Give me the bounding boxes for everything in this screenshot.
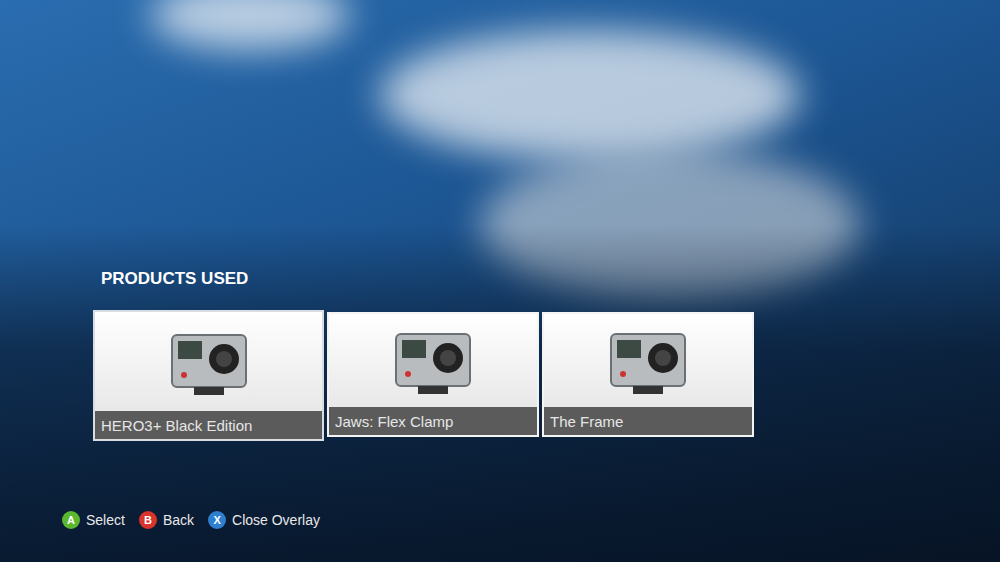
product-picture: [544, 314, 752, 407]
product-name: HERO3+ Black Edition: [95, 411, 322, 439]
controller-button-icon: X: [208, 511, 226, 529]
product-card[interactable]: HERO3+ Black Edition: [93, 310, 324, 441]
product-name: Jaws: Flex Clamp: [329, 407, 537, 435]
product-list: HERO3+ Black Edition Jaws: Flex Clamp Th…: [93, 310, 1000, 441]
product-card[interactable]: The Frame: [542, 312, 754, 437]
camera-icon: [388, 326, 478, 396]
product-picture: [95, 312, 322, 411]
screen: PRODUCTS USED HERO3+ Black Edition Jaws:…: [0, 0, 1000, 562]
product-name: The Frame: [544, 407, 752, 435]
section-title: PRODUCTS USED: [101, 268, 1000, 290]
product-picture: [329, 314, 537, 407]
controller-button-icon: B: [139, 511, 157, 529]
product-card[interactable]: Jaws: Flex Clamp: [327, 312, 539, 437]
hint-label: Back: [163, 512, 194, 528]
hint-label: Close Overlay: [232, 512, 320, 528]
controller-hints: A Select B Back X Close Overlay: [62, 511, 1000, 529]
hint-item[interactable]: A Select: [62, 511, 125, 529]
hint-item[interactable]: B Back: [139, 511, 194, 529]
hint-item[interactable]: X Close Overlay: [208, 511, 320, 529]
hint-label: Select: [86, 512, 125, 528]
controller-button-icon: A: [62, 511, 80, 529]
camera-icon: [164, 327, 254, 397]
camera-icon: [603, 326, 693, 396]
